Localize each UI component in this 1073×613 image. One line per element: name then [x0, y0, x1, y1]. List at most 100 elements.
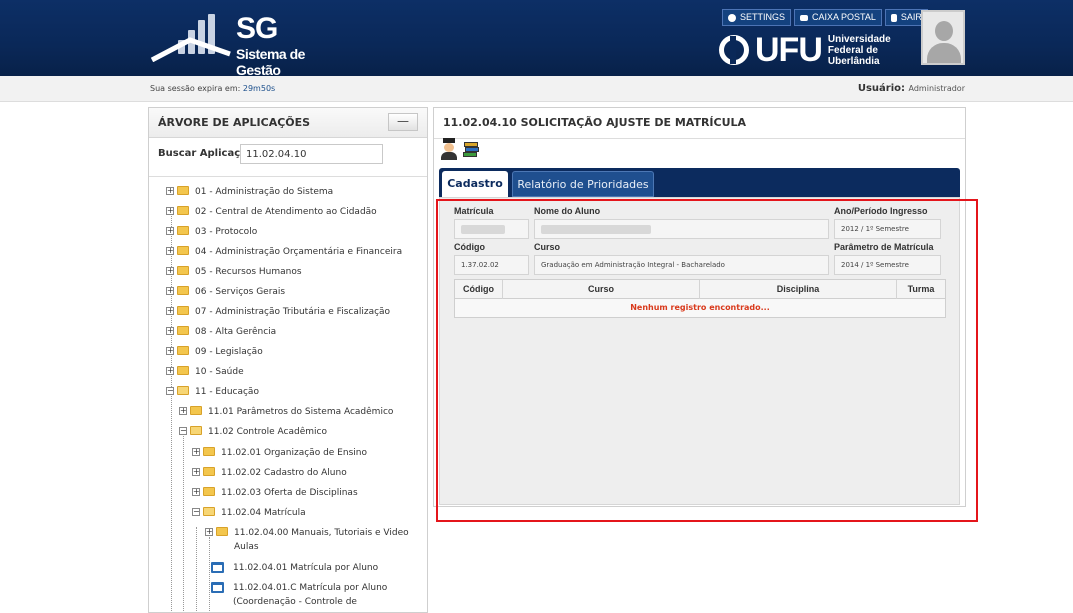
expand-node-icon[interactable]: + — [166, 227, 174, 235]
expand-node-icon[interactable]: + — [192, 488, 200, 496]
settings-icon — [728, 13, 736, 22]
folder-icon — [177, 266, 189, 275]
tree-item-label: 11 - Educação — [195, 387, 259, 397]
collapse-node-icon[interactable]: − — [192, 508, 200, 516]
tree-item[interactable]: +01 - Administração do Sistema — [149, 186, 427, 202]
tree-item[interactable]: +03 - Protocolo — [149, 226, 427, 242]
ufu-name: Universidade Federal de Uberlândia — [828, 34, 891, 67]
tree-item[interactable]: +11.02.03 Oferta de Disciplinas — [149, 487, 427, 503]
page-title: 11.02.04.10 SOLICITAÇÃO AJUSTE DE MATRÍC… — [443, 116, 747, 129]
expand-node-icon[interactable]: + — [166, 307, 174, 315]
tree-item-label: 05 - Recursos Humanos — [195, 267, 302, 277]
tree-item-label: 11.01 Parâmetros do Sistema Acadêmico — [208, 407, 394, 417]
expand-node-icon[interactable]: + — [192, 448, 200, 456]
expand-node-icon[interactable]: + — [166, 247, 174, 255]
expand-node-icon[interactable]: + — [166, 207, 174, 215]
header-bar: SG Sistema de Gestão SETTINGS CAIXA POST… — [0, 0, 1073, 78]
folder-icon — [177, 246, 189, 255]
lock-icon — [890, 13, 897, 22]
avatar-head-icon — [935, 21, 953, 41]
tree-panel-header: ÁRVORE DE APLICAÇÕES — — [149, 108, 427, 138]
sg-logo[interactable]: SG Sistema de Gestão — [150, 12, 340, 78]
user-info: Usuário: Administrador — [858, 83, 965, 94]
search-application-input[interactable] — [240, 144, 383, 164]
student-icon[interactable] — [440, 138, 457, 160]
tab-relatorio-prioridades[interactable]: Relatório de Prioridades — [512, 171, 654, 197]
tree-item[interactable]: +05 - Recursos Humanos — [149, 266, 427, 282]
expand-node-icon[interactable]: + — [166, 327, 174, 335]
collapse-node-icon[interactable]: − — [166, 387, 174, 395]
logo-roof-icon — [150, 37, 231, 62]
tree-item-label: 11.02.04.01.C Matrícula por Aluno — [233, 583, 388, 593]
expand-node-icon[interactable]: + — [166, 287, 174, 295]
tree-item-label: 07 - Administração Tributária e Fiscaliz… — [195, 307, 391, 317]
folder-open-icon — [190, 426, 202, 435]
collapse-node-icon[interactable]: − — [179, 427, 187, 435]
tree-item[interactable]: − 11.02.04 Matrícula — [149, 507, 427, 523]
folder-icon — [177, 226, 189, 235]
highlight-box — [436, 199, 978, 522]
tree-item[interactable]: +07 - Administração Tributária e Fiscali… — [149, 306, 427, 322]
logo-title: SG — [236, 12, 278, 45]
tree-item-label: 09 - Legislação — [195, 347, 263, 357]
expand-node-icon[interactable]: + — [205, 528, 213, 536]
tab-bar: Cadastro Relatório de Prioridades — [439, 168, 960, 197]
window-icon — [211, 582, 224, 593]
ufu-name-line3: Uberlândia — [827, 55, 880, 67]
tree-item-label: 04 - Administração Orçamentária e Financ… — [195, 247, 403, 257]
user-label: Usuário: — [857, 83, 906, 94]
application-tree: +01 - Administração do Sistema +02 - Cent… — [149, 176, 427, 612]
tree-item-label: 11.02.01 Organização de Ensino — [221, 448, 367, 458]
tree-item[interactable]: +08 - Alta Gerência — [149, 326, 427, 342]
tree-item[interactable]: +02 - Central de Atendimento ao Cidadão — [149, 206, 427, 222]
expand-node-icon[interactable]: + — [166, 267, 174, 275]
tree-item[interactable]: +11.02.02 Cadastro do Aluno — [149, 467, 427, 483]
tree-item[interactable]: +04 - Administração Orçamentária e Finan… — [149, 246, 427, 262]
folder-icon — [190, 406, 202, 415]
expand-node-icon[interactable]: + — [166, 347, 174, 355]
mail-icon — [800, 14, 809, 21]
expand-node-icon[interactable]: + — [192, 468, 200, 476]
user-avatar[interactable] — [921, 10, 965, 65]
user-name: Administrador — [908, 84, 965, 93]
tree-item-label: 11.02.04 Matrícula — [221, 508, 306, 518]
tree-item-label: 03 - Protocolo — [195, 227, 258, 237]
settings-button[interactable]: SETTINGS — [722, 9, 792, 26]
expand-node-icon[interactable]: + — [166, 367, 174, 375]
folder-icon — [203, 447, 215, 456]
folder-icon — [203, 487, 215, 496]
expand-node-icon[interactable]: + — [179, 407, 187, 415]
tree-item-label: 08 - Alta Gerência — [195, 327, 277, 337]
session-label: Sua sessão expira em: — [150, 84, 241, 93]
collapse-button[interactable]: — — [388, 113, 418, 131]
tree-item[interactable]: +11.01 Parâmetros do Sistema Acadêmico — [149, 406, 427, 422]
folder-open-icon — [177, 386, 189, 395]
session-time: 29m50s — [242, 84, 276, 93]
tree-item[interactable]: +06 - Serviços Gerais — [149, 286, 427, 302]
tree-panel-title: ÁRVORE DE APLICAÇÕES — [158, 116, 311, 129]
folder-icon — [177, 186, 189, 195]
ufu-emblem-icon — [719, 35, 749, 65]
tree-item-label: 10 - Saúde — [195, 367, 244, 377]
tree-item[interactable]: +11.02.04.00 Manuais, Tutoriais e Video A… — [149, 527, 427, 552]
mailbox-button[interactable]: CAIXA POSTAL — [794, 9, 882, 26]
tree-item[interactable]: +11.02.01 Organização de Ensino — [149, 447, 427, 463]
tree-item[interactable]: 11.02.04.01 Matrícula por Aluno — [149, 562, 427, 578]
folder-icon — [177, 306, 189, 315]
expand-node-icon[interactable]: + — [166, 187, 174, 195]
session-expiry: Sua sessão expira em: 29m50s — [150, 84, 275, 93]
avatar-body-icon — [927, 43, 961, 63]
tree-item[interactable]: − 11.02 Controle Acadêmico — [149, 426, 427, 442]
application-tree-panel: ÁRVORE DE APLICAÇÕES — Buscar Aplicação … — [148, 107, 428, 613]
tab-cadastro[interactable]: Cadastro — [442, 171, 508, 197]
toolbar-divider — [434, 138, 965, 139]
tree-item[interactable]: +10 - Saúde — [149, 366, 427, 382]
tree-item-label: 02 - Central de Atendimento ao Cidadão — [195, 207, 377, 217]
tree-item-label: 11.02 Controle Acadêmico — [208, 427, 327, 437]
tree-item[interactable]: − 11 - Educação — [149, 386, 427, 402]
books-icon[interactable] — [462, 141, 480, 158]
top-buttons: SETTINGS CAIXA POSTAL SAIR — [722, 9, 928, 26]
tree-item-label: 11.02.02 Cadastro do Aluno — [221, 468, 347, 478]
tree-item[interactable]: 11.02.04.01.C Matrícula por Aluno (Coorde… — [149, 582, 427, 607]
tree-item[interactable]: +09 - Legislação — [149, 346, 427, 362]
